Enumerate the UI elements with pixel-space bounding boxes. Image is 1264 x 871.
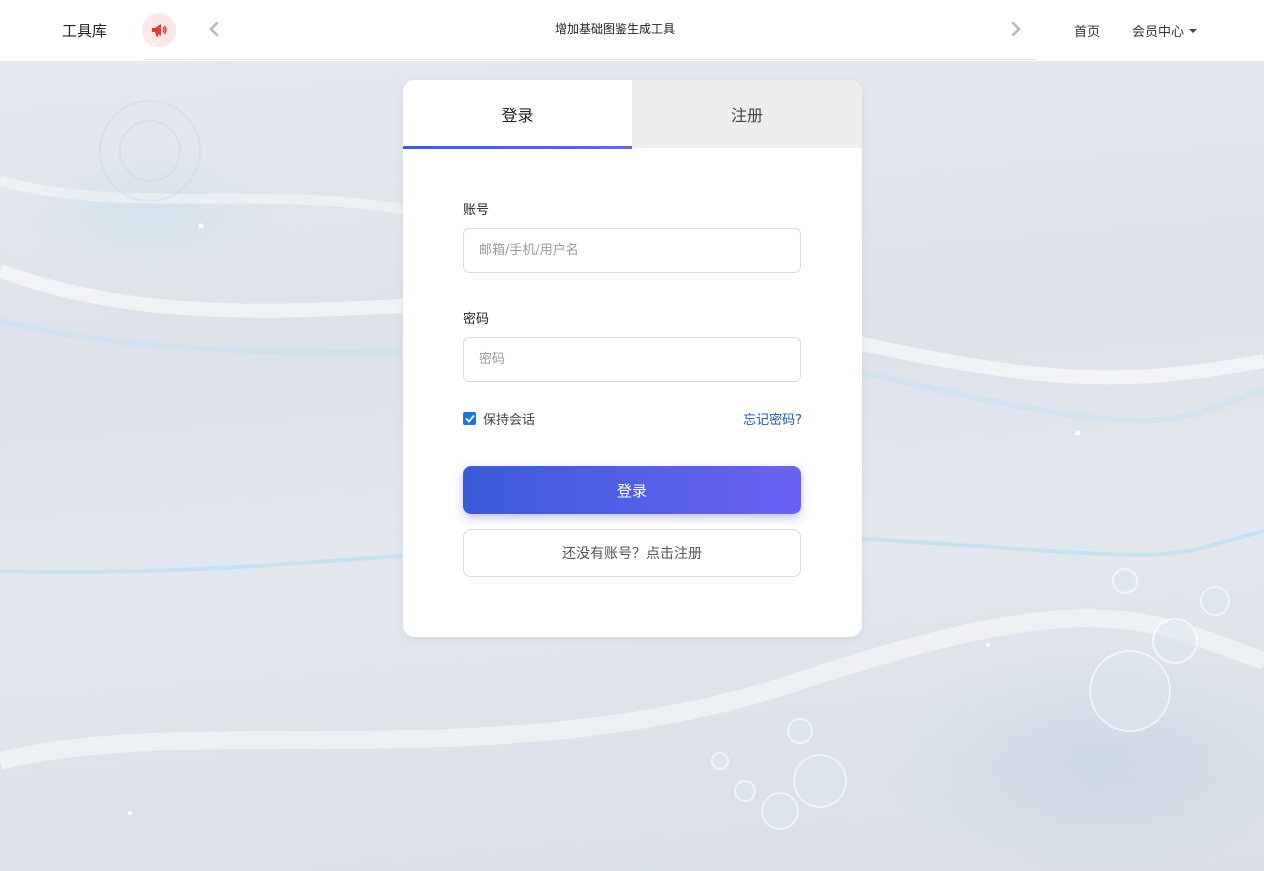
- chevron-right-icon[interactable]: [1008, 18, 1024, 40]
- password-input[interactable]: [463, 337, 801, 382]
- chevron-left-icon[interactable]: [206, 18, 222, 40]
- nav-home-link[interactable]: 首页: [1074, 21, 1100, 40]
- check-icon: [464, 414, 475, 423]
- announcement-text[interactable]: 增加基础图鉴生成工具: [230, 20, 1000, 37]
- active-tab-indicator: [403, 146, 632, 149]
- tab-register[interactable]: 注册: [632, 80, 862, 148]
- go-register-button[interactable]: 还没有账号？点击注册: [463, 529, 801, 577]
- account-label: 账号: [463, 203, 490, 218]
- nav-member-label: 会员中心: [1132, 25, 1185, 40]
- top-header: 工具库 增加基础图鉴生成工具 首页 会员中心: [0, 0, 1264, 61]
- account-input[interactable]: [463, 228, 801, 273]
- login-card: 登录 注册 账号 密码 保持会话 忘记密码? 登录 还没有账号？点击注册: [403, 80, 862, 637]
- megaphone-icon: [142, 13, 176, 47]
- tab-login[interactable]: 登录: [403, 80, 632, 148]
- header-divider: [143, 59, 1037, 60]
- password-label: 密码: [463, 312, 490, 327]
- nav-member-center-dropdown[interactable]: 会员中心: [1132, 21, 1198, 40]
- remember-session: 保持会话: [463, 409, 535, 428]
- site-logo[interactable]: 工具库: [62, 20, 107, 41]
- forgot-password-link[interactable]: 忘记密码?: [743, 409, 802, 428]
- caret-down-icon: [1189, 28, 1198, 33]
- login-button[interactable]: 登录: [463, 466, 801, 514]
- remember-label[interactable]: 保持会话: [483, 409, 535, 428]
- remember-checkbox[interactable]: [463, 412, 476, 425]
